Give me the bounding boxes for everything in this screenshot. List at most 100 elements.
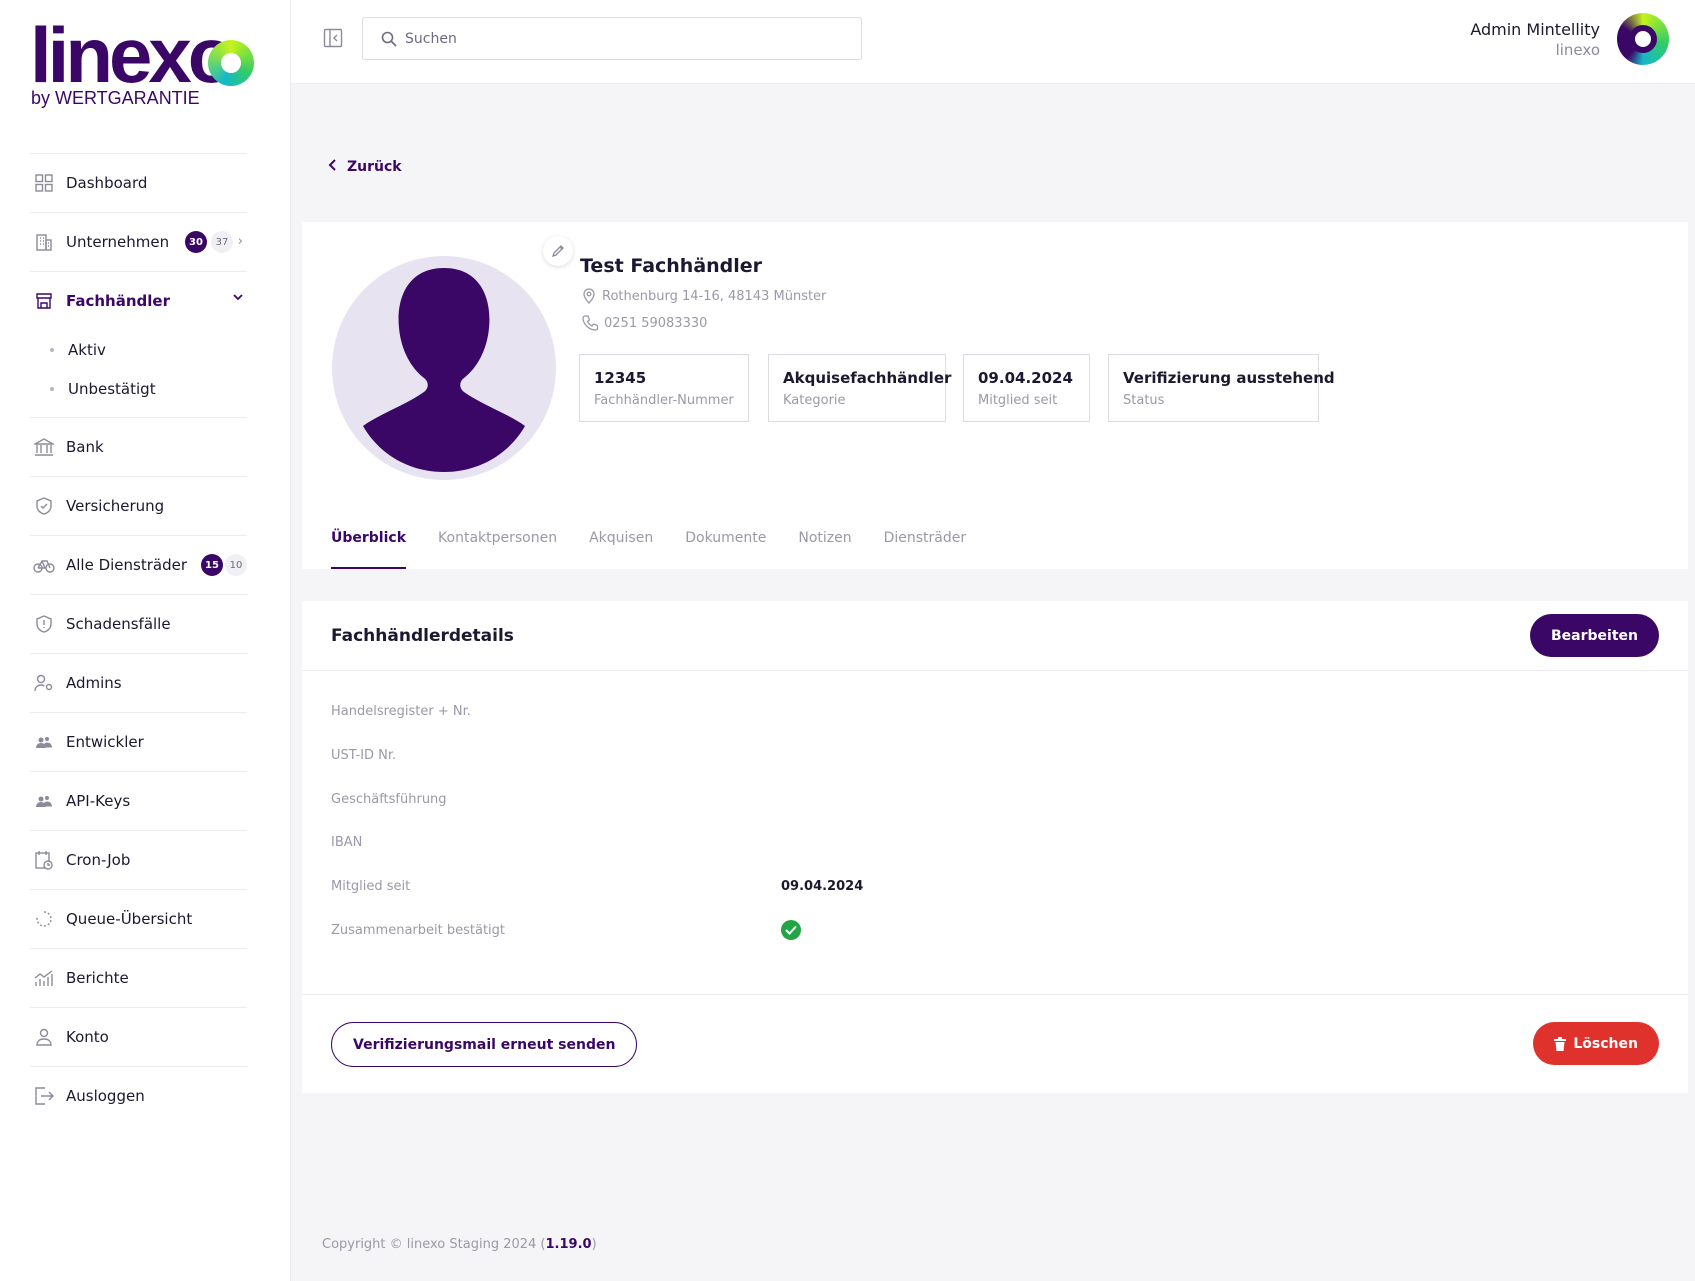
search-icon xyxy=(381,31,397,47)
resend-verification-button[interactable]: Verifizierungsmail erneut senden xyxy=(331,1022,638,1067)
stat-value: 09.04.2024 xyxy=(978,369,1073,387)
profile-card: Test Fachhändler Rothenburg 14-16, 48143… xyxy=(302,222,1688,569)
search-bar[interactable] xyxy=(362,17,862,60)
sidebar-item-label: Unternehmen xyxy=(66,233,170,251)
stat-value: Verifizierung ausstehend xyxy=(1123,369,1335,387)
sidebar-item-konto[interactable]: Konto xyxy=(30,1007,247,1066)
sidebar-item-label: Fachhändler xyxy=(66,292,170,310)
avatar[interactable] xyxy=(1617,13,1669,65)
sidebar-nav: Dashboard Unternehmen 30 37 › Fachhändle… xyxy=(30,153,247,1125)
stat-label: Status xyxy=(1123,393,1165,408)
sidebar-item-fachhaendler[interactable]: Fachhändler xyxy=(30,271,247,330)
location-pin-icon xyxy=(582,288,596,304)
shield-icon xyxy=(33,495,55,517)
calendar-clock-icon xyxy=(33,849,55,871)
phone-icon xyxy=(582,315,598,331)
detail-label-zusammenarbeit: Zusammenarbeit bestätigt xyxy=(331,923,505,938)
logout-icon xyxy=(33,1085,55,1107)
sidebar-item-bank[interactable]: Bank xyxy=(30,417,247,476)
edit-avatar-button[interactable] xyxy=(543,236,573,266)
submenu-item-unbestaetigt[interactable]: Unbestätigt xyxy=(30,369,247,408)
submenu-item-label: Unbestätigt xyxy=(68,379,156,398)
sidebar-item-admins[interactable]: Admins xyxy=(30,653,247,712)
copyright-suffix: ) xyxy=(591,1237,597,1252)
bank-icon xyxy=(33,436,55,458)
chevron-left-icon xyxy=(328,159,337,175)
stat-value: Akquisefachhändler xyxy=(783,369,952,387)
sidebar-item-label: API-Keys xyxy=(66,792,131,810)
details-header: Fachhändlerdetails Bearbeiten xyxy=(302,601,1688,671)
user-name: Admin Mintellity xyxy=(1470,20,1600,39)
sidebar-item-unternehmen[interactable]: Unternehmen 30 37 › xyxy=(30,212,247,271)
submenu-item-label: Aktiv xyxy=(68,340,106,359)
detail-label-handelsregister: Handelsregister + Nr. xyxy=(331,704,471,719)
sidebar-item-queue-uebersicht[interactable]: Queue-Übersicht xyxy=(30,889,247,948)
submenu-item-aktiv[interactable]: Aktiv xyxy=(30,330,247,369)
delete-button[interactable]: Löschen xyxy=(1533,1022,1659,1065)
detail-label-geschaeftsfuehrung: Geschäftsführung xyxy=(331,792,447,807)
spinner-icon xyxy=(33,908,55,930)
back-link[interactable]: Zurück xyxy=(328,159,402,175)
bullet-icon xyxy=(50,347,54,352)
stat-value: 12345 xyxy=(594,369,647,387)
stat-label: Kategorie xyxy=(783,393,846,408)
version-link[interactable]: 1.19.0 xyxy=(546,1237,592,1252)
sidebar-item-ausloggen[interactable]: Ausloggen xyxy=(30,1066,247,1125)
stat-box-member-since: 09.04.2024 Mitglied seit xyxy=(963,354,1090,422)
edit-button[interactable]: Bearbeiten xyxy=(1530,614,1659,657)
sidebar-item-versicherung[interactable]: Versicherung xyxy=(30,476,247,535)
retailer-name: Test Fachhändler xyxy=(580,255,763,277)
back-label: Zurück xyxy=(347,159,402,175)
details-card: Fachhändlerdetails Bearbeiten Handelsreg… xyxy=(302,601,1688,1093)
detail-label-iban: IBAN xyxy=(331,835,363,850)
topbar: Admin Mintellity linexo xyxy=(291,0,1695,84)
tab-dienstraeder[interactable]: Diensträder xyxy=(884,530,967,569)
sidebar-item-label: Ausloggen xyxy=(66,1087,145,1105)
sidebar-item-api-keys[interactable]: API-Keys xyxy=(30,771,247,830)
stat-box-category: Akquisefachhändler Kategorie xyxy=(768,354,952,422)
logo-ring-icon xyxy=(208,40,254,86)
user-organization: linexo xyxy=(1555,41,1600,59)
sidebar-item-entwickler[interactable]: Entwickler xyxy=(30,712,247,771)
linexo-logo[interactable]: linexo by WERTGARANTIE xyxy=(30,16,255,110)
search-input[interactable] xyxy=(405,30,825,47)
user-info[interactable]: Admin Mintellity linexo xyxy=(1470,20,1600,59)
count-badge-secondary: 10 xyxy=(225,554,247,576)
tab-ueberblick[interactable]: Überblick xyxy=(331,530,407,569)
tab-bar: Überblick Kontaktpersonen Akquisen Dokum… xyxy=(331,530,998,569)
building-icon xyxy=(33,231,55,253)
sidebar-item-label: Entwickler xyxy=(66,733,144,751)
tab-dokumente[interactable]: Dokumente xyxy=(685,530,766,569)
sidebar-item-schadensfaelle[interactable]: Schadensfälle xyxy=(30,594,247,653)
sidebar-item-cron-job[interactable]: Cron-Job xyxy=(30,830,247,889)
detail-value-mitglied-seit: 09.04.2024 xyxy=(781,879,864,894)
delete-label: Löschen xyxy=(1573,1035,1638,1052)
store-icon xyxy=(33,290,55,312)
sidebar-item-label: Schadensfälle xyxy=(66,615,171,633)
sidebar-item-alle-dienstraeder[interactable]: Alle Diensträder 15 10 xyxy=(30,535,247,594)
trash-icon xyxy=(1554,1036,1567,1051)
count-badge: 30 xyxy=(185,231,207,253)
sidebar-item-label: Konto xyxy=(66,1028,109,1046)
count-badge: 15 xyxy=(201,554,223,576)
pencil-icon xyxy=(551,244,565,258)
logo-wordmark: linexo xyxy=(30,11,235,99)
sidebar-item-label: Dashboard xyxy=(66,174,148,192)
sidebar-item-berichte[interactable]: Berichte xyxy=(30,948,247,1007)
address-text: Rothenburg 14-16, 48143 Münster xyxy=(602,288,827,304)
tab-notizen[interactable]: Notizen xyxy=(798,530,851,569)
bike-icon xyxy=(33,554,55,576)
detail-label-ust-id: UST-ID Nr. xyxy=(331,748,397,763)
tab-kontaktpersonen[interactable]: Kontaktpersonen xyxy=(438,530,557,569)
chevron-down-icon xyxy=(233,291,243,305)
sidebar: linexo by WERTGARANTIE Dashboard Unterne… xyxy=(0,0,291,1281)
sidebar-item-label: Admins xyxy=(66,674,122,692)
sidebar-toggle-icon[interactable] xyxy=(323,28,345,50)
sidebar-item-label: Queue-Übersicht xyxy=(66,910,193,928)
tab-akquisen[interactable]: Akquisen xyxy=(589,530,653,569)
details-footer: Verifizierungsmail erneut senden Löschen xyxy=(302,994,1688,1093)
sidebar-item-dashboard[interactable]: Dashboard xyxy=(30,153,247,212)
sidebar-item-label: Cron-Job xyxy=(66,851,131,869)
users-icon xyxy=(33,731,55,753)
phone-text: 0251 59083330 xyxy=(604,315,708,331)
